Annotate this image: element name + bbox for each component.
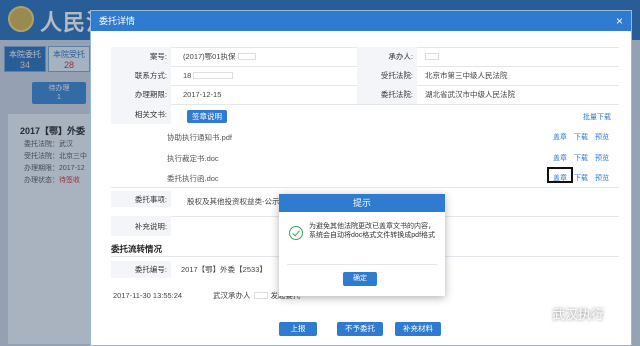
supplement-button[interactable]: 补充材料 bbox=[395, 322, 441, 336]
deadline-value: 2017-12-15 bbox=[183, 90, 222, 99]
entrusted-court-label: 受托法院: bbox=[357, 66, 417, 85]
download-link[interactable]: 下载 bbox=[574, 173, 588, 183]
document-name: 协助执行通知书.pdf bbox=[167, 133, 233, 142]
matter-label: 委托事项: bbox=[111, 191, 171, 207]
download-link[interactable]: 下载 bbox=[574, 153, 588, 163]
dialog-header: 委托详情 × bbox=[91, 11, 631, 31]
stamp-link[interactable]: 盖章 bbox=[553, 153, 567, 163]
contact-value: 18 bbox=[183, 66, 234, 85]
dialog-title: 委托详情 bbox=[99, 16, 136, 26]
wechat-icon bbox=[530, 306, 548, 321]
prompt-dialog: 提示 为避免其他法院更改已盖章文书的内容，系统会自动将doc格式文件转换成pdf… bbox=[279, 194, 445, 296]
stamp-link[interactable]: 盖章 bbox=[553, 132, 567, 142]
prompt-title: 提示 bbox=[279, 194, 445, 212]
entrusted-court-value: 北京市第三中级人民法院 bbox=[425, 71, 508, 80]
handler-label: 承办人: bbox=[357, 47, 417, 66]
download-link[interactable]: 下载 bbox=[574, 132, 588, 142]
report-button[interactable]: 上报 bbox=[279, 322, 317, 336]
seal-description-button[interactable]: 签章说明 bbox=[187, 110, 227, 123]
handler-value bbox=[425, 47, 439, 66]
watermark-text: 武汉执行 bbox=[552, 307, 605, 322]
preview-link[interactable]: 预览 bbox=[595, 153, 609, 163]
redacted-block bbox=[253, 291, 268, 299]
entrust-no-value: 2017【鄂】外委【2533】 bbox=[181, 265, 267, 274]
row-deadline: 办理期限: 2017-12-15 委托法院: 湖北省武汉市中级人民法院 bbox=[111, 85, 621, 104]
close-icon[interactable]: × bbox=[616, 11, 623, 31]
stamp-highlight-box bbox=[547, 167, 573, 183]
entrusting-court-value: 湖北省武汉市中级人民法院 bbox=[425, 90, 515, 99]
entrust-no-label: 委托编号: bbox=[111, 261, 171, 278]
preview-link[interactable]: 预览 bbox=[595, 132, 609, 142]
contact-label: 联系方式: bbox=[111, 66, 171, 85]
batch-download-link[interactable]: 批量下载 bbox=[583, 112, 611, 122]
row-case-no: 案号: (2017)鄂01执保 承办人: bbox=[111, 47, 621, 66]
log-time: 2017-11-30 13:55:24 bbox=[113, 290, 183, 300]
redacted-block bbox=[425, 53, 439, 60]
flow-section-title: 委托流转情况 bbox=[111, 244, 163, 254]
redacted-block bbox=[193, 72, 234, 79]
prompt-message: 为避免其他法院更改已盖章文书的内容，系统会自动将doc格式文件转换成pdf格式 bbox=[309, 223, 436, 239]
supplement-label: 补充说明: bbox=[111, 216, 171, 236]
success-check-icon bbox=[289, 226, 303, 240]
entrusting-court-label: 委托法院: bbox=[357, 85, 417, 104]
reject-button[interactable]: 不予委托 bbox=[337, 322, 383, 336]
case-no-label: 案号: bbox=[111, 47, 171, 66]
document-name: 执行裁定书.doc bbox=[167, 154, 219, 163]
preview-link[interactable]: 预览 bbox=[595, 173, 609, 183]
document-name: 委托执行函.doc bbox=[167, 174, 219, 183]
docs-label: 相关文书: bbox=[111, 104, 171, 124]
deadline-label: 办理期限: bbox=[111, 85, 171, 104]
confirm-button[interactable]: 确定 bbox=[343, 272, 377, 286]
redacted-block bbox=[237, 53, 256, 60]
watermark: 武汉执行 bbox=[530, 304, 604, 323]
row-contact: 联系方式: 18 受托法院: 北京市第三中级人民法院 bbox=[111, 66, 621, 85]
case-no-value: (2017)鄂01执保 bbox=[183, 47, 256, 66]
prompt-divider bbox=[287, 264, 437, 265]
